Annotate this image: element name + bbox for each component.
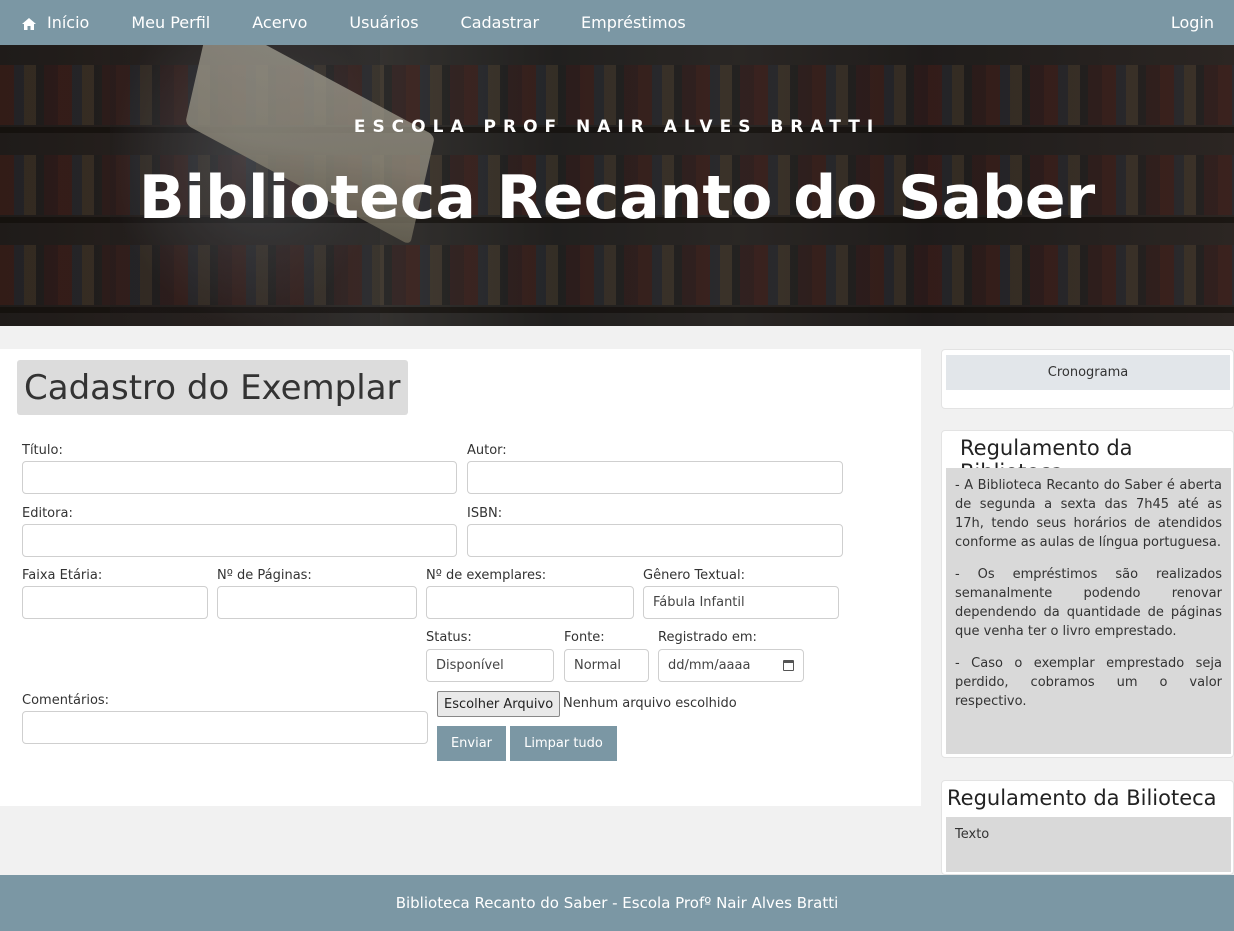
comentarios-input[interactable] xyxy=(22,711,428,744)
regulamento2-text: Texto xyxy=(946,817,1231,872)
footer: Biblioteca Recanto do Saber - Escola Pro… xyxy=(0,875,1234,931)
home-icon xyxy=(21,16,37,30)
editora-label: Editora: xyxy=(22,506,73,521)
status-label: Status: xyxy=(426,630,472,645)
hero-title: Biblioteca Recanto do Saber xyxy=(138,163,1096,233)
nav-item-label: Cadastrar xyxy=(460,13,540,32)
file-status-text: Nenhum arquivo escolhido xyxy=(563,696,737,711)
titulo-label: Título: xyxy=(22,443,63,458)
top-navbar: Início Meu Perfil Acervo Usuários Cadast… xyxy=(0,0,1234,45)
form-card: Cadastro do Exemplar Título: Autor: Edit… xyxy=(0,349,921,806)
nav-item-inicio[interactable]: Início xyxy=(0,0,110,45)
regulamento2-card: Regulamento da Bilioteca Texto xyxy=(941,780,1234,875)
regulamento2-title: Regulamento da Bilioteca xyxy=(947,786,1217,810)
nav-item-acervo[interactable]: Acervo xyxy=(231,0,328,45)
cronograma-button[interactable]: Cronograma xyxy=(946,355,1230,390)
nav-item-cadastrar[interactable]: Cadastrar xyxy=(440,0,561,45)
date-placeholder: dd/mm/aaaa xyxy=(668,658,751,673)
submit-button[interactable]: Enviar xyxy=(437,726,506,761)
registrado-label: Registrado em: xyxy=(658,630,757,645)
editora-input[interactable] xyxy=(22,524,457,557)
footer-text: Biblioteca Recanto do Saber - Escola Pro… xyxy=(395,894,839,912)
fonte-select[interactable]: Normal xyxy=(564,649,649,682)
autor-label: Autor: xyxy=(467,443,507,458)
nav-item-label: Início xyxy=(47,13,90,32)
choose-file-button[interactable]: Escolher Arquivo xyxy=(437,691,561,717)
regulamento-paragraph: - Caso o exemplar emprestado seja perdid… xyxy=(955,656,1222,709)
nav-item-emprestimos[interactable]: Empréstimos xyxy=(560,0,707,45)
regulamento-paragraph: - Os empréstimos são realizados semanalm… xyxy=(955,567,1222,639)
login-link[interactable]: Login xyxy=(1150,0,1234,45)
hero-banner: ESCOLA PROF NAIR ALVES BRATTI Biblioteca… xyxy=(0,45,1234,326)
nav-item-label: Meu Perfil xyxy=(131,13,211,32)
exemplares-input[interactable] xyxy=(426,586,634,619)
titulo-input[interactable] xyxy=(22,461,457,494)
genero-label: Gênero Textual: xyxy=(643,568,745,583)
faixa-etaria-label: Faixa Etária: xyxy=(22,568,103,583)
nav-item-meu-perfil[interactable]: Meu Perfil xyxy=(110,0,231,45)
clear-all-button[interactable]: Limpar tudo xyxy=(510,726,617,761)
cronograma-card: Cronograma xyxy=(941,349,1234,409)
paginas-input[interactable] xyxy=(217,586,417,619)
autor-input[interactable] xyxy=(467,461,843,494)
isbn-input[interactable] xyxy=(467,524,843,557)
nav-item-label: Acervo xyxy=(252,13,308,32)
exemplares-label: Nº de exemplares: xyxy=(426,568,547,583)
status-select[interactable]: Disponível xyxy=(426,649,554,682)
regulamento-card: Regulamento da Biblioteca - A Biblioteca… xyxy=(941,430,1234,758)
registrado-date-input[interactable]: dd/mm/aaaa xyxy=(658,649,804,682)
paginas-label: Nº de Páginas: xyxy=(217,568,312,583)
genero-select[interactable]: Fábula Infantil xyxy=(643,586,839,619)
form-heading: Cadastro do Exemplar xyxy=(17,360,408,415)
nav-item-label: Empréstimos xyxy=(581,13,686,32)
nav-item-label: Usuários xyxy=(349,13,419,32)
comentarios-label: Comentários: xyxy=(22,693,110,708)
isbn-label: ISBN: xyxy=(467,506,503,521)
regulamento-text: - A Biblioteca Recanto do Saber é aberta… xyxy=(946,468,1231,754)
faixa-etaria-input[interactable] xyxy=(22,586,208,619)
regulamento-paragraph: - A Biblioteca Recanto do Saber é aberta… xyxy=(955,478,1222,550)
fonte-label: Fonte: xyxy=(564,630,605,645)
nav-item-usuarios[interactable]: Usuários xyxy=(328,0,439,45)
hero-subtitle: ESCOLA PROF NAIR ALVES BRATTI xyxy=(353,117,881,137)
calendar-icon[interactable] xyxy=(783,660,794,671)
